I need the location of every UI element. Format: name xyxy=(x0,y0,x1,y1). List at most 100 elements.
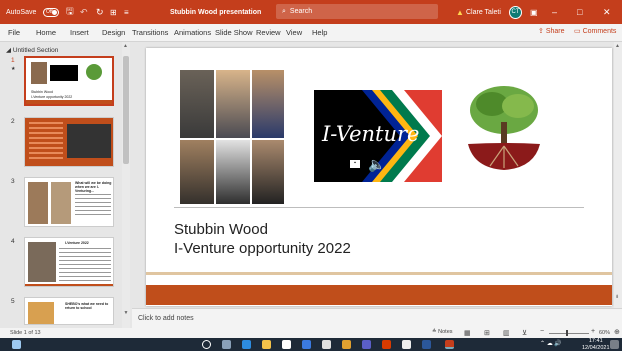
thumb-photo xyxy=(28,182,48,224)
start-icon[interactable] xyxy=(12,340,21,349)
slide-scrollbar[interactable]: ▲ ⇟ xyxy=(614,42,622,308)
ribbon-display-icon[interactable]: ▣ xyxy=(530,0,538,24)
speaker-icon[interactable]: 🔈 xyxy=(368,156,385,173)
student-photo[interactable] xyxy=(216,140,250,204)
edge-icon[interactable] xyxy=(242,340,251,349)
comments-button[interactable]: ▭ Comments xyxy=(574,27,616,35)
file-explorer-icon[interactable] xyxy=(262,340,271,349)
zoom-in-button[interactable]: + xyxy=(591,328,595,335)
document-title: Stubbin Wood presentation xyxy=(170,8,262,16)
thumb-title: SHEBO's what we need to return to school xyxy=(65,302,109,310)
zoom-out-button[interactable]: − xyxy=(540,328,544,335)
student-photo[interactable] xyxy=(252,70,284,138)
chrome-icon[interactable] xyxy=(342,340,351,349)
maximize-button[interactable]: □ xyxy=(577,0,582,24)
slide-number: 1 xyxy=(11,57,15,64)
tab-transitions[interactable]: Transitions xyxy=(132,28,168,37)
tab-insert[interactable]: Insert xyxy=(70,28,89,37)
notepad-icon[interactable] xyxy=(402,340,411,349)
tab-file[interactable]: File xyxy=(8,28,20,37)
scroll-up-icon[interactable]: ▲ xyxy=(615,43,620,49)
slide-thumbnail-2[interactable] xyxy=(24,117,114,167)
collapse-icon[interactable]: ◢ xyxy=(6,47,13,54)
tab-view[interactable]: View xyxy=(286,28,302,37)
zoom-slider-thumb[interactable] xyxy=(566,330,568,336)
normal-view-icon[interactable]: ▦ xyxy=(464,329,471,337)
browser-icon[interactable] xyxy=(302,340,311,349)
tab-slide-show[interactable]: Slide Show xyxy=(215,28,253,37)
redo-icon[interactable]: ↻ xyxy=(96,0,104,24)
media-marker-icon: ▪ xyxy=(350,160,360,168)
scroll-down-icon[interactable]: ▼ xyxy=(122,310,130,326)
present-icon[interactable]: ⊞ xyxy=(110,0,117,24)
thumb-photo xyxy=(51,182,71,224)
fit-slide-icon[interactable]: ⊕ xyxy=(614,328,620,336)
teams-icon[interactable] xyxy=(362,340,371,349)
student-photo[interactable] xyxy=(252,140,284,204)
task-view-icon[interactable] xyxy=(222,340,231,349)
next-slide-icon[interactable]: ⇟ xyxy=(615,294,619,300)
search-box[interactable]: ⌕ Search xyxy=(276,4,438,19)
windows-taskbar: ⌃ ☁ 🔊 17:41 12/04/2021 xyxy=(0,338,622,351)
cortana-icon[interactable] xyxy=(202,340,211,349)
student-photo[interactable] xyxy=(180,70,214,138)
decor-band-light xyxy=(146,272,612,275)
save-icon[interactable]: 🖫 xyxy=(66,0,74,24)
thumbnail-scrollbar[interactable]: ▲ xyxy=(122,42,130,328)
student-photo[interactable] xyxy=(180,140,214,204)
thumb-title: I-Venture 2022 xyxy=(65,241,89,245)
notes-pane[interactable]: Click to add notes xyxy=(132,308,622,328)
iventure-logo[interactable]: I-Venture ▪ 🔈 xyxy=(314,90,442,182)
system-tray-icon[interactable]: ⌃ ☁ 🔊 xyxy=(540,340,562,347)
zoom-level[interactable]: 60% xyxy=(599,330,610,336)
slide-sorter-icon[interactable]: ⊞ xyxy=(484,329,490,337)
reading-view-icon[interactable]: ▥ xyxy=(503,329,510,337)
tab-design[interactable]: Design xyxy=(102,28,125,37)
scroll-thumb[interactable] xyxy=(123,56,129,164)
tab-review[interactable]: Review xyxy=(256,28,281,37)
zoom-slider[interactable] xyxy=(549,333,589,334)
thumb-video-grid xyxy=(67,124,111,158)
slide-thumbnail-5[interactable]: SHEBO's what we need to return to school xyxy=(24,297,114,325)
powerpoint-icon[interactable] xyxy=(445,340,454,349)
mail-icon[interactable] xyxy=(322,340,331,349)
search-input[interactable]: Search xyxy=(290,8,312,15)
notes-button[interactable]: ≙ Notes xyxy=(432,329,453,335)
notes-placeholder[interactable]: Click to add notes xyxy=(138,315,194,322)
slide-number: 5 xyxy=(11,298,15,305)
ribbon-tabs: File Home Insert Design Transitions Anim… xyxy=(0,24,622,42)
slide-thumbnail-1[interactable]: Stubbin Wood I-Venture opportunity 2022 xyxy=(24,56,114,106)
slide[interactable]: I-Venture ▪ 🔈 Stubbin Wood I-Venture opp… xyxy=(146,48,612,306)
tab-help[interactable]: Help xyxy=(312,28,327,37)
clock-time: 17:41 xyxy=(588,338,603,344)
avatar[interactable]: CT xyxy=(509,0,522,24)
thumb-band xyxy=(26,100,112,104)
comment-icon: ▭ xyxy=(574,28,583,35)
store-icon[interactable] xyxy=(282,340,291,349)
notifications-icon[interactable] xyxy=(610,340,619,349)
clock[interactable]: 17:41 12/04/2021 xyxy=(582,338,610,351)
tree-roots-graphic[interactable] xyxy=(464,82,544,170)
slide-thumbnail-3[interactable]: What will we be doing when we are I-Vent… xyxy=(24,177,114,227)
scroll-up-icon[interactable]: ▲ xyxy=(123,43,128,49)
slide-title[interactable]: Stubbin Wood I-Venture opportunity 2022 xyxy=(174,220,351,258)
status-bar: Slide 1 of 13 ≙ Notes ▦ ⊞ ▥ ⊻ − + 60% ⊕ xyxy=(0,328,622,338)
office-icon[interactable] xyxy=(382,340,391,349)
close-button[interactable]: ✕ xyxy=(603,0,611,24)
slide-thumbnail-4[interactable]: I-Venture 2022 xyxy=(24,237,114,287)
customize-qat-icon[interactable]: ≡ xyxy=(124,0,129,24)
student-photo[interactable] xyxy=(216,70,250,138)
decor-band xyxy=(146,285,612,305)
tab-home[interactable]: Home xyxy=(36,28,56,37)
word-icon[interactable] xyxy=(422,340,431,349)
user-name[interactable]: Clare Taleti xyxy=(466,0,501,24)
autosave-toggle[interactable]: Off xyxy=(40,0,59,24)
slideshow-icon[interactable]: ⊻ xyxy=(522,329,527,337)
tab-animations[interactable]: Animations xyxy=(174,28,211,37)
undo-icon[interactable]: ↶ xyxy=(80,0,88,24)
slide-number: 2 xyxy=(11,118,15,125)
minimize-button[interactable]: – xyxy=(552,0,557,24)
warning-icon: ▲ xyxy=(456,7,464,17)
section-header[interactable]: ◢ Untitled Section xyxy=(6,46,58,54)
share-button[interactable]: ⇪ Share xyxy=(538,27,565,35)
